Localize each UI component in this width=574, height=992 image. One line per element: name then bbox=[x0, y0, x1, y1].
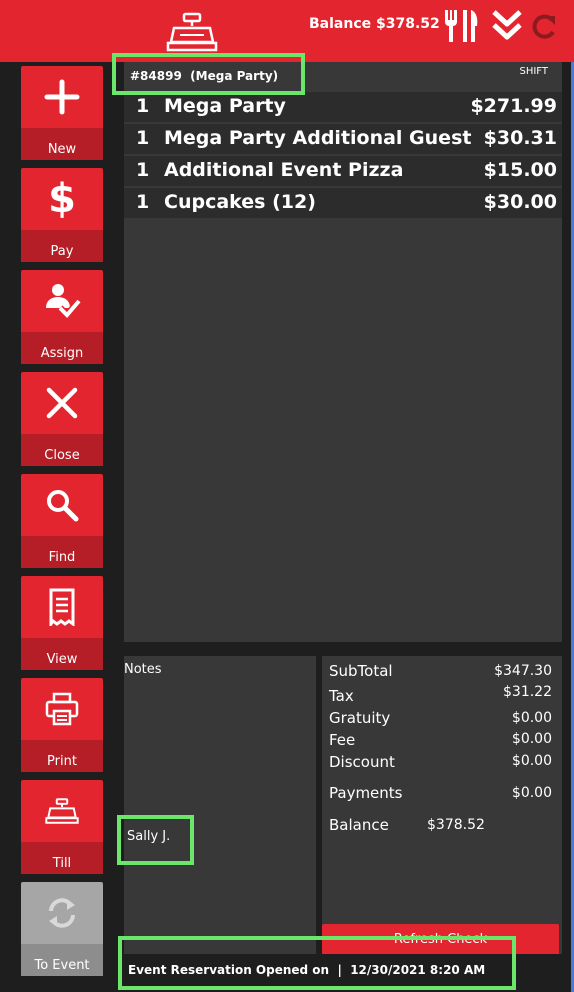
highlight-box bbox=[118, 936, 516, 990]
order-line-item[interactable]: 1 Mega Party Additional Guest $30.31 bbox=[124, 124, 562, 154]
sidebar-item-view[interactable]: View bbox=[21, 576, 103, 670]
gratuity-value: $0.00 bbox=[511, 710, 552, 726]
subtotal-value: $347.30 bbox=[494, 663, 552, 679]
sidebar-item-pay[interactable]: $ Pay bbox=[21, 168, 103, 262]
item-name: Additional Event Pizza bbox=[164, 159, 404, 181]
payments-value: $0.00 bbox=[511, 785, 552, 801]
item-price: $30.31 bbox=[483, 127, 557, 149]
item-price: $30.00 bbox=[483, 191, 557, 213]
sidebar-item-label: View bbox=[21, 638, 103, 670]
item-price: $271.99 bbox=[470, 95, 557, 117]
sidebar-item-label: Close bbox=[21, 434, 103, 466]
sidebar-item-to-event[interactable]: To Event bbox=[21, 882, 103, 976]
sidebar-item-assign[interactable]: Assign bbox=[21, 270, 103, 364]
dollar-icon: $ bbox=[48, 176, 76, 222]
notes-label: Notes bbox=[124, 662, 162, 677]
discount-label: Discount bbox=[329, 753, 395, 771]
sidebar-item-find[interactable]: Find bbox=[21, 474, 103, 568]
double-chevron-down-icon[interactable] bbox=[491, 8, 523, 44]
shift-label[interactable]: SHIFT bbox=[519, 66, 548, 77]
fee-value: $0.00 bbox=[511, 731, 552, 747]
receipt-icon bbox=[21, 576, 103, 638]
sidebar-item-print[interactable]: Print bbox=[21, 678, 103, 772]
sidebar-item-label: Find bbox=[21, 536, 103, 568]
item-price: $15.00 bbox=[483, 159, 557, 181]
assign-user-icon bbox=[21, 270, 103, 332]
sidebar: New $ Pay Assign Close Find View Print T… bbox=[0, 62, 120, 992]
search-icon bbox=[21, 474, 103, 536]
item-name: Mega Party bbox=[164, 95, 286, 117]
cash-register-icon bbox=[21, 780, 103, 842]
sidebar-item-close[interactable]: Close bbox=[21, 372, 103, 466]
gratuity-label: Gratuity bbox=[329, 709, 391, 727]
sidebar-item-label: Till bbox=[21, 842, 103, 874]
sidebar-item-new[interactable]: New bbox=[21, 66, 103, 160]
balance-label: Balance bbox=[329, 816, 389, 834]
highlight-box bbox=[112, 53, 305, 95]
fee-label: Fee bbox=[329, 731, 356, 749]
sidebar-item-label: Pay bbox=[21, 230, 103, 262]
plus-icon bbox=[21, 66, 103, 128]
fork-knife-icon[interactable] bbox=[441, 8, 481, 44]
item-quantity: 1 bbox=[136, 127, 150, 149]
totals-panel: SubTotal $347.30 Tax $31.22 Gratuity $0.… bbox=[322, 656, 562, 960]
payments-label: Payments bbox=[329, 784, 403, 802]
subtotal-label: SubTotal bbox=[329, 662, 393, 680]
sidebar-item-label: New bbox=[21, 128, 103, 160]
order-line-item[interactable]: 1 Additional Event Pizza $15.00 bbox=[124, 156, 562, 186]
printer-icon bbox=[21, 678, 103, 740]
refresh-icon[interactable] bbox=[528, 8, 558, 44]
sidebar-item-till[interactable]: Till bbox=[21, 780, 103, 874]
tax-value: $31.22 bbox=[503, 684, 552, 700]
close-icon bbox=[21, 372, 103, 434]
order-line-item[interactable]: 1 Cupcakes (12) $30.00 bbox=[124, 188, 562, 218]
sidebar-item-label: To Event bbox=[21, 944, 103, 976]
cash-register-icon[interactable] bbox=[166, 12, 218, 52]
sidebar-item-label: Assign bbox=[21, 332, 103, 364]
item-name: Cupcakes (12) bbox=[164, 191, 316, 213]
highlight-box bbox=[117, 815, 194, 865]
header-balance: Balance $378.52 bbox=[309, 16, 440, 32]
discount-value: $0.00 bbox=[511, 753, 552, 769]
balance-value: $378.52 bbox=[427, 817, 485, 833]
sync-icon bbox=[21, 882, 103, 944]
item-quantity: 1 bbox=[136, 159, 150, 181]
item-quantity: 1 bbox=[136, 191, 150, 213]
order-line-item[interactable]: 1 Mega Party $271.99 bbox=[124, 92, 562, 122]
item-name: Mega Party Additional Guest bbox=[164, 127, 472, 149]
sidebar-item-label: Print bbox=[21, 740, 103, 772]
notes-panel[interactable]: Notes Sally J. bbox=[124, 656, 316, 960]
item-quantity: 1 bbox=[136, 95, 150, 117]
tax-label: Tax bbox=[329, 687, 354, 705]
order-panel: #84899 (Mega Party) SHIFT 1 Mega Party $… bbox=[124, 62, 562, 642]
